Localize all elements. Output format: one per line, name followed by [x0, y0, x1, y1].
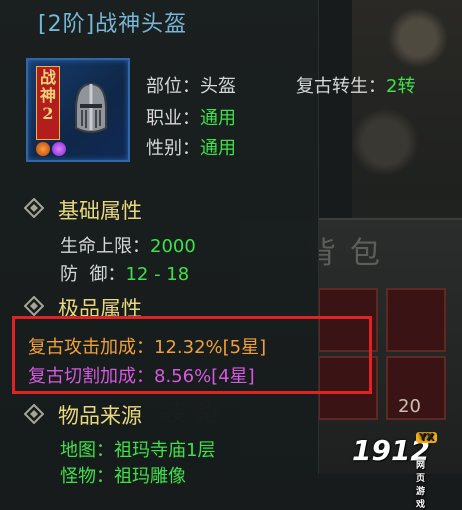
item-title: [2阶]战神头盔 — [38, 12, 188, 37]
gender-row: 性别：通用 — [146, 134, 236, 160]
diamond-bullet-icon — [24, 404, 44, 424]
hp-row: 生命上限：2000 — [60, 232, 196, 258]
rebirth-row: 复古转生：2转 — [296, 72, 415, 98]
def-label: 防 御： — [60, 264, 126, 285]
gender-label: 性别： — [146, 138, 200, 159]
slot-count: 20 — [398, 396, 421, 417]
item-tooltip: [2阶]战神头盔 战 神 2 部位：头盔 复古转生：2转 职业：通用 性别：通用 — [0, 0, 415, 487]
rebirth-label: 复古转生： — [296, 76, 386, 97]
tier-banner: 战 神 2 — [36, 66, 60, 140]
hp-value: 2000 — [150, 236, 196, 257]
def-value: 12 - 18 — [125, 264, 190, 285]
orange-gem-icon — [36, 142, 50, 156]
def-row: 防 御：12 - 18 — [60, 260, 189, 286]
source-monster: 怪物：祖玛雕像 — [60, 466, 186, 487]
watermark-sub: 网页游戏 — [416, 461, 426, 510]
base-attributes-title: 基础属性 — [58, 199, 142, 223]
gender-value: 通用 — [200, 138, 236, 159]
banner-char: 神 — [39, 86, 56, 105]
banner-char: 2 — [42, 104, 54, 123]
item-icon-frame: 战 神 2 — [26, 58, 130, 162]
source-title: 物品来源 — [58, 404, 142, 428]
slot-value: 头盔 — [200, 76, 236, 97]
helmet-icon — [75, 82, 107, 133]
slot-label: 部位： — [146, 76, 200, 97]
class-value: 通用 — [200, 108, 236, 129]
bag-slot[interactable] — [386, 288, 446, 352]
highlight-box — [12, 316, 372, 394]
diamond-bullet-icon — [24, 296, 44, 316]
hp-label: 生命上限： — [60, 236, 150, 257]
purple-gem-icon — [52, 142, 66, 156]
class-row: 职业：通用 — [146, 104, 236, 130]
class-label: 职业： — [146, 108, 200, 129]
site-watermark: 1912 YX 网页游戏 — [352, 432, 437, 510]
banner-char: 战 — [39, 68, 56, 87]
watermark-badge: YX — [416, 432, 437, 443]
slot-row: 部位：头盔 — [146, 72, 236, 98]
bag-title: 背包 — [306, 236, 394, 271]
diamond-bullet-icon — [24, 198, 44, 218]
source-map: 地图：祖玛寺庙1层 — [60, 440, 216, 461]
rebirth-value: 2转 — [386, 76, 416, 97]
